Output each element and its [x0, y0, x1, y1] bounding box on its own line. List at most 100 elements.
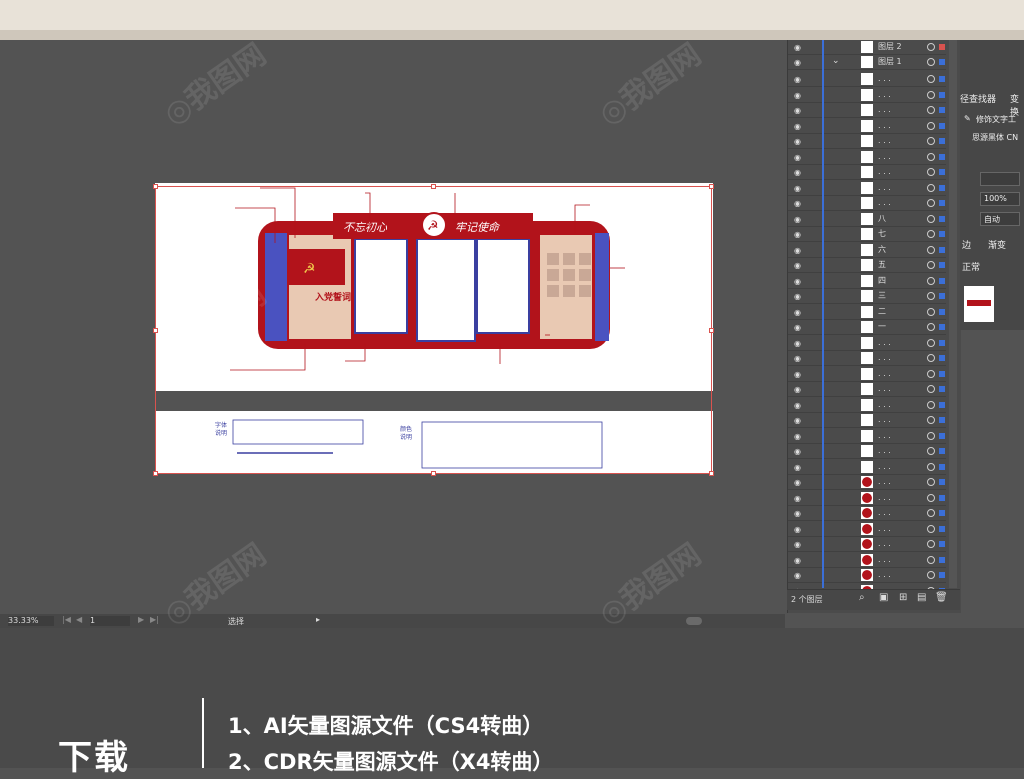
layer-row[interactable]: ◉ . . . [788, 88, 946, 103]
layer-row[interactable]: ◉ . . . [788, 506, 946, 521]
layer-row[interactable]: ◉ . . . [788, 382, 946, 397]
eye-icon[interactable]: ◉ [794, 246, 801, 255]
layer-row[interactable]: ◉ . . . [788, 537, 946, 552]
layer-name[interactable]: . . . [878, 399, 891, 411]
target-icon[interactable] [927, 338, 935, 347]
layer-row[interactable]: ◉ . . . [788, 196, 946, 211]
target-icon[interactable] [927, 90, 935, 99]
eye-icon[interactable]: ◉ [794, 509, 801, 518]
layer-name[interactable]: . . . [878, 414, 891, 426]
search-icon[interactable]: ⌕ [859, 592, 865, 603]
tab-pathfinder[interactable]: 径查找器 [960, 92, 996, 105]
layers-panel[interactable]: ◉ 图层 2 ◉ ⌄ 图层 1 ◉ . . . ◉ . . . ◉ . . . ◉ . . .… [787, 40, 961, 613]
layer-row-top[interactable]: ◉ 图层 2 [788, 40, 946, 55]
target-icon[interactable] [927, 307, 935, 316]
layer-row[interactable]: ◉ . . . [788, 491, 946, 506]
target-icon[interactable] [927, 58, 935, 66]
selection-indicator[interactable] [939, 479, 945, 485]
eye-icon[interactable]: ◉ [794, 401, 801, 410]
layer-row[interactable]: ◉ . . . [788, 553, 946, 568]
layer-name[interactable]: . . . [878, 569, 891, 581]
selection-indicator[interactable] [939, 293, 945, 299]
selection-indicator[interactable] [939, 324, 945, 330]
eye-icon[interactable]: ◉ [794, 153, 801, 162]
layer-row[interactable]: ◉ . . . [788, 460, 946, 475]
layer-row[interactable]: ◉ . . . [788, 103, 946, 118]
layer-name[interactable]: 六 [878, 244, 886, 256]
eye-icon[interactable]: ◉ [794, 463, 801, 472]
layer-name[interactable]: . . . [878, 523, 891, 535]
target-icon[interactable] [927, 323, 935, 331]
selection-indicator[interactable] [939, 215, 945, 222]
selection-handle-mr[interactable] [709, 328, 714, 333]
layer-name[interactable]: . . . [878, 337, 891, 349]
layer-name[interactable]: 三 [878, 290, 886, 302]
layer-name[interactable]: . . . [878, 89, 891, 101]
layer-name[interactable]: . . . [878, 182, 891, 194]
new-layer-icon[interactable]: ▤ [917, 592, 926, 603]
layer-name[interactable]: . . . [878, 368, 891, 380]
target-icon[interactable] [927, 524, 935, 533]
eye-icon[interactable]: ◉ [794, 261, 801, 270]
target-icon[interactable] [927, 416, 935, 424]
layer-row[interactable]: ◉ . . . [788, 522, 946, 537]
layer-name[interactable]: . . . [878, 120, 891, 132]
properties-panel[interactable]: 径查找器 变换 ✎ 修饰文字工 思源黑体 CN 100% 自动 边 渐变 正常 [960, 40, 1024, 330]
layer-row[interactable]: ◉ . . . [788, 119, 946, 134]
eye-icon[interactable]: ◉ [794, 525, 801, 534]
selection-indicator[interactable] [939, 138, 945, 144]
auto-field[interactable]: 自动 [980, 212, 1020, 226]
tab-gradient[interactable]: 渐变 [988, 238, 1006, 251]
selection-handle-br[interactable] [709, 471, 714, 476]
layer-name[interactable]: . . . [878, 476, 891, 488]
eye-icon[interactable]: ◉ [794, 385, 801, 394]
layer-row[interactable]: ◉ . . . [788, 181, 946, 196]
next-artboard-icon[interactable]: ▶ [138, 615, 144, 624]
trash-icon[interactable]: 🗑 [935, 592, 948, 603]
layer-row[interactable]: ◉ . . . [788, 134, 946, 149]
eye-icon[interactable]: ◉ [794, 215, 801, 224]
selection-indicator[interactable] [939, 541, 945, 547]
layer-row[interactable]: ◉ . . . [788, 444, 946, 459]
eye-icon[interactable]: ◉ [794, 199, 801, 208]
target-icon[interactable] [927, 571, 935, 579]
selection-indicator[interactable] [939, 525, 945, 532]
selection-handle-tl[interactable] [153, 184, 158, 189]
layer-name[interactable]: 图层 1 [878, 56, 902, 68]
artboard-main[interactable]: ☭ 入党誓词 ☭ 不忘初心 牢记使命 [155, 183, 713, 391]
chevron-down-icon[interactable]: ⌄ [832, 56, 840, 66]
selection-indicator[interactable] [939, 153, 945, 160]
target-icon[interactable] [927, 369, 935, 378]
eye-icon[interactable]: ◉ [794, 323, 801, 332]
layer-name[interactable]: 二 [878, 306, 886, 318]
layer-row[interactable]: ◉ . . . [788, 413, 946, 428]
layer-name[interactable]: 四 [878, 275, 886, 287]
selection-handle-bl[interactable] [153, 471, 158, 476]
target-icon[interactable] [927, 168, 935, 176]
eye-icon[interactable]: ◉ [794, 447, 801, 456]
layers-scrollbar[interactable] [949, 40, 957, 588]
target-icon[interactable] [927, 292, 935, 300]
status-menu-icon[interactable]: ▸ [316, 615, 320, 624]
target-icon[interactable] [927, 245, 935, 254]
eye-icon[interactable]: ◉ [794, 277, 801, 286]
layer-name[interactable]: . . . [878, 166, 891, 178]
artboard-notes[interactable]: 字体 说明 颜色 说明 [155, 411, 713, 474]
target-icon[interactable] [927, 400, 935, 409]
target-icon[interactable] [927, 75, 935, 83]
target-icon[interactable] [927, 276, 935, 285]
selection-indicator[interactable] [939, 510, 945, 516]
target-icon[interactable] [927, 354, 935, 362]
last-artboard-icon[interactable]: ▶| [150, 615, 159, 624]
selection-indicator[interactable] [939, 59, 945, 65]
target-icon[interactable] [927, 555, 935, 564]
eye-icon[interactable]: ◉ [794, 339, 801, 348]
eye-icon[interactable]: ◉ [794, 230, 801, 239]
selection-handle-bm[interactable] [431, 471, 436, 476]
selection-indicator[interactable] [939, 246, 945, 253]
layer-row[interactable]: ◉ . . . [788, 429, 946, 444]
layer-row[interactable]: ◉ . . . [788, 367, 946, 382]
eye-icon[interactable]: ◉ [794, 122, 801, 131]
layer-name[interactable]: . . . [878, 430, 891, 442]
selection-indicator[interactable] [939, 231, 945, 237]
